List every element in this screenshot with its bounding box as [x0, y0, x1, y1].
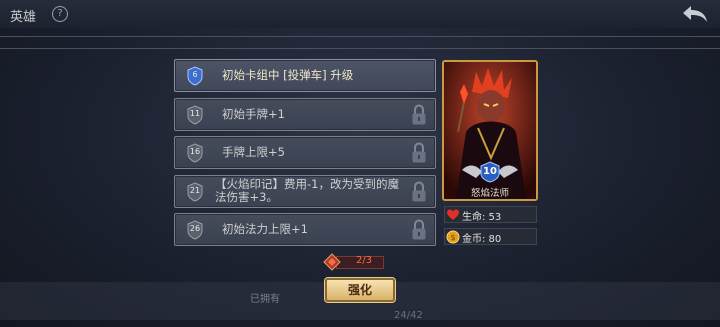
- upgrade-cost: 2/3: [322, 253, 384, 271]
- hero-level: 10: [483, 166, 497, 177]
- upgrade-row-1[interactable]: 6 初始卡组中 [投弹车] 升级: [174, 59, 436, 92]
- hero-name: 怒焰法师: [470, 188, 509, 199]
- level-badge-number: 6: [192, 70, 198, 79]
- top-bar: 英雄 ?: [0, 0, 720, 28]
- upgrade-row-4[interactable]: 21 【火焰印记】费用-1，改为受到的魔法伤害+3。: [174, 174, 436, 208]
- lock-icon: [412, 103, 426, 124]
- upgrade-text: 初始法力上限+1: [222, 222, 308, 236]
- hero-card[interactable]: 10 怒焰法师: [442, 60, 538, 201]
- upgrade-text: 【火焰印记】费用-1，改为受到的魔法伤害+3。: [215, 177, 399, 204]
- back-arrow-icon[interactable]: [680, 3, 710, 25]
- hp-text: 生命: 53: [462, 212, 502, 223]
- divider: [0, 48, 720, 49]
- upgrade-text: 手牌上限+5: [222, 145, 285, 159]
- level-badge: 16: [186, 143, 204, 163]
- upgrade-button[interactable]: 强化: [325, 278, 395, 302]
- level-badge-number: 11: [189, 108, 201, 118]
- upgrade-row-3[interactable]: 16 手牌上限+5: [174, 136, 436, 169]
- lock-icon: [412, 180, 426, 201]
- lock-icon: [412, 219, 426, 240]
- cost-text: 2/3: [355, 255, 373, 266]
- page-title: 英雄: [10, 10, 37, 25]
- lock-icon: [412, 142, 426, 163]
- upgrade-row-5[interactable]: 26 初始法力上限+1: [174, 213, 436, 246]
- coin-icon: $: [446, 230, 460, 244]
- gem-icon: [323, 253, 341, 271]
- upgrade-list: 6 初始卡组中 [投弹车] 升级 11 初始手牌+1 16 手牌上限+5 21 …: [174, 59, 436, 252]
- divider: [0, 36, 720, 37]
- level-badge-number: 21: [189, 185, 201, 195]
- level-wings-icon: [462, 161, 518, 183]
- heart-icon: [447, 209, 459, 220]
- help-icon[interactable]: ?: [52, 6, 68, 22]
- upgrade-text: 初始卡组中 [投弹车] 升级: [222, 68, 354, 82]
- level-badge-number: 26: [189, 224, 201, 233]
- upgrade-text: 初始手牌+1: [222, 106, 285, 121]
- gold-text: 金币: 80: [462, 234, 502, 245]
- owned-label: 已拥有: [250, 294, 280, 305]
- level-badge: 11: [186, 104, 204, 125]
- hp-stat: 生命: 53: [444, 206, 537, 223]
- level-badge-number: 16: [189, 147, 201, 156]
- svg-text:$: $: [450, 233, 455, 242]
- level-badge: 21: [186, 181, 204, 202]
- gold-stat: $ 金币: 80: [444, 228, 537, 245]
- level-badge: 6: [186, 66, 204, 86]
- page-count: 24/42: [394, 310, 423, 321]
- level-badge: 26: [186, 220, 204, 240]
- upgrade-row-2[interactable]: 11 初始手牌+1: [174, 97, 436, 131]
